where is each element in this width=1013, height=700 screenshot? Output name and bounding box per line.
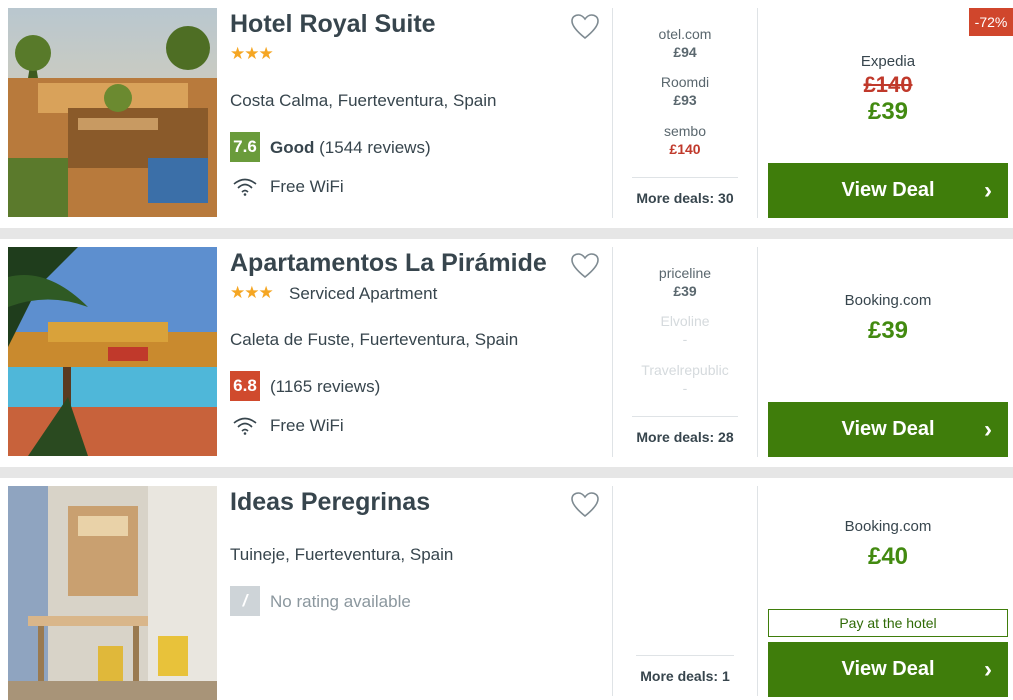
wifi-icon xyxy=(233,417,257,435)
alt-deal-provider: Travelrepublic xyxy=(641,362,729,378)
main-deal[interactable]: Expedia £140 £39 xyxy=(768,53,1008,126)
discount-badge: -72% xyxy=(969,8,1013,36)
heart-icon[interactable] xyxy=(571,492,599,518)
main-deal[interactable]: Booking.com £40 xyxy=(768,518,1008,571)
view-deal-label: View Deal xyxy=(841,418,935,440)
alt-deal-price: £39 xyxy=(673,283,697,299)
hotel-location: Caleta de Fuste, Fuerteventura, Spain xyxy=(230,330,519,349)
alt-deal-provider: otel.com xyxy=(658,26,712,42)
divider xyxy=(757,486,758,696)
review-count[interactable]: (1165 reviews) xyxy=(270,377,380,397)
rating-score-badge: / xyxy=(230,586,260,616)
main-deal-price: £39 xyxy=(867,317,909,344)
alt-deal[interactable]: sembo £140 xyxy=(613,123,757,157)
divider xyxy=(612,486,613,696)
chevron-right-icon: › xyxy=(984,177,992,204)
main-deal-price: £40 xyxy=(867,543,909,570)
hotel-name[interactable]: Hotel Royal Suite xyxy=(230,10,436,39)
alt-deal-provider: Roomdi xyxy=(660,74,710,90)
hotel-name[interactable]: Ideas Peregrinas xyxy=(230,488,430,517)
chevron-right-icon: › xyxy=(984,416,992,443)
hotel-card: Hotel Royal Suite ★★★ Costa Calma, Fuert… xyxy=(0,0,1013,228)
pay-at-hotel-badge: Pay at the hotel xyxy=(768,609,1008,637)
hotel-name[interactable]: Apartamentos La Pirámide xyxy=(230,249,547,278)
view-deal-button[interactable]: View Deal › xyxy=(768,642,1008,697)
hotel-photo[interactable] xyxy=(8,486,217,700)
accommodation-type: Serviced Apartment xyxy=(289,284,438,303)
old-price: £140 xyxy=(863,72,913,97)
alt-deal-price: - xyxy=(682,331,688,347)
rating-score-badge: 7.6 xyxy=(230,132,260,162)
amenity-wifi: Free WiFi xyxy=(270,416,344,435)
alt-deal: Elvoline - xyxy=(613,313,757,347)
divider xyxy=(757,247,758,457)
alt-deal: Travelrepublic - xyxy=(613,362,757,396)
view-deal-button[interactable]: View Deal › xyxy=(768,163,1008,218)
alt-deal-price: £94 xyxy=(673,44,697,60)
wifi-icon xyxy=(233,178,257,196)
view-deal-label: View Deal xyxy=(841,179,935,201)
chevron-right-icon: › xyxy=(984,656,992,683)
hotel-card: Apartamentos La Pirámide ★★★ Serviced Ap… xyxy=(0,239,1013,467)
star-rating: ★★★ xyxy=(230,44,274,63)
alt-deal-price: £140 xyxy=(669,141,701,157)
alt-deal-provider: Elvoline xyxy=(660,313,710,329)
alt-deal-provider: sembo xyxy=(663,123,707,139)
more-deals-link[interactable]: More deals: 1 xyxy=(636,655,734,684)
hotel-location: Costa Calma, Fuerteventura, Spain xyxy=(230,91,497,110)
alt-deal-price: - xyxy=(682,380,688,396)
main-deal[interactable]: Booking.com £39 xyxy=(768,292,1008,345)
hotel-photo[interactable] xyxy=(8,8,217,217)
review-count: (1544 reviews) xyxy=(319,138,431,157)
heart-icon[interactable] xyxy=(571,253,599,279)
main-deal-provider: Expedia xyxy=(860,53,916,70)
main-deal-price: £39 xyxy=(867,98,909,125)
main-deal-provider: Booking.com xyxy=(844,292,932,309)
heart-icon[interactable] xyxy=(571,14,599,40)
more-deals-link[interactable]: More deals: 30 xyxy=(632,177,738,206)
rating-score-badge: 6.8 xyxy=(230,371,260,401)
rating-summary[interactable]: Good (1544 reviews) xyxy=(270,138,431,158)
main-deal-provider: Booking.com xyxy=(844,518,932,535)
star-rating: ★★★ xyxy=(230,283,274,302)
alt-deal-provider: priceline xyxy=(658,265,712,281)
alt-deal[interactable]: Roomdi £93 xyxy=(613,74,757,108)
amenity-wifi: Free WiFi xyxy=(270,177,344,196)
hotel-location: Tuineje, Fuerteventura, Spain xyxy=(230,545,454,564)
no-rating-label: No rating available xyxy=(270,592,411,611)
view-deal-button[interactable]: View Deal › xyxy=(768,402,1008,457)
view-deal-label: View Deal xyxy=(841,658,935,680)
alt-deal[interactable]: otel.com £94 xyxy=(613,26,757,60)
more-deals-link[interactable]: More deals: 28 xyxy=(632,416,738,445)
alt-deal[interactable]: priceline £39 xyxy=(613,265,757,299)
alt-deal-price: £93 xyxy=(673,92,697,108)
hotel-card: Ideas Peregrinas Tuineje, Fuerteventura,… xyxy=(0,478,1013,700)
hotel-photo[interactable] xyxy=(8,247,217,456)
divider xyxy=(757,8,758,218)
rating-word: Good xyxy=(270,138,315,157)
